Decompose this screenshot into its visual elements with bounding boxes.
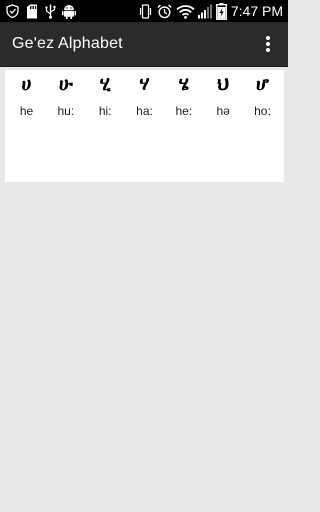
letter-cell-hi[interactable]: ሂ hi: [86, 70, 125, 126]
letter-glyph: ሆ [255, 73, 269, 95]
letter-cell-he-schwa[interactable]: ህ hə [204, 70, 243, 126]
letter-cell-ho[interactable]: ሆ ho: [243, 70, 282, 126]
usb-icon [45, 3, 56, 19]
signal-icon [198, 3, 212, 19]
letter-cell-he[interactable]: ሀ he [7, 70, 46, 126]
letter-transliteration: hə [216, 104, 230, 118]
letter-cell-he-long[interactable]: ሄ he: [164, 70, 203, 126]
letter-glyph: ሃ [139, 73, 150, 95]
letter-glyph: ሀ [21, 73, 32, 95]
vibrate-icon [138, 3, 153, 19]
letter-transliteration: hi: [98, 104, 112, 118]
letter-transliteration: he [19, 104, 34, 118]
letter-cell-ha[interactable]: ሃ ha: [125, 70, 164, 126]
letter-glyph: ህ [217, 73, 230, 95]
letter-transliteration: hu: [57, 104, 75, 118]
letter-glyph: ሂ [99, 73, 111, 95]
shield-check-icon [6, 3, 19, 19]
letter-card: ሀ he ሁ hu: ሂ hi: ሃ ha: ሄ he: ህ hə ሆ ho: [5, 70, 284, 182]
wifi-icon [176, 3, 195, 19]
alarm-icon [157, 3, 172, 19]
letter-glyph: ሄ [178, 73, 189, 95]
letter-glyph: ሁ [58, 73, 73, 95]
status-time: 7:47 PM [230, 3, 283, 19]
status-bar: 7:47 PM [0, 0, 288, 22]
storage-card-icon [25, 3, 39, 19]
menu-dot [266, 36, 270, 40]
more-vertical-icon[interactable] [256, 32, 280, 56]
letter-cell-hu[interactable]: ሁ hu: [46, 70, 85, 126]
action-bar: Geʹez Alphabet [0, 22, 288, 66]
letter-transliteration: ho: [254, 104, 271, 118]
menu-dot [266, 42, 270, 46]
battery-charging-icon [216, 2, 227, 20]
android-debug-icon [62, 3, 76, 19]
menu-dot [266, 48, 270, 52]
letter-row: ሀ he ሁ hu: ሂ hi: ሃ ha: ሄ he: ህ hə ሆ ho: [7, 70, 282, 126]
letter-transliteration: he: [175, 104, 193, 118]
app-title: Geʹez Alphabet [12, 35, 123, 52]
letter-transliteration: ha: [136, 104, 153, 118]
